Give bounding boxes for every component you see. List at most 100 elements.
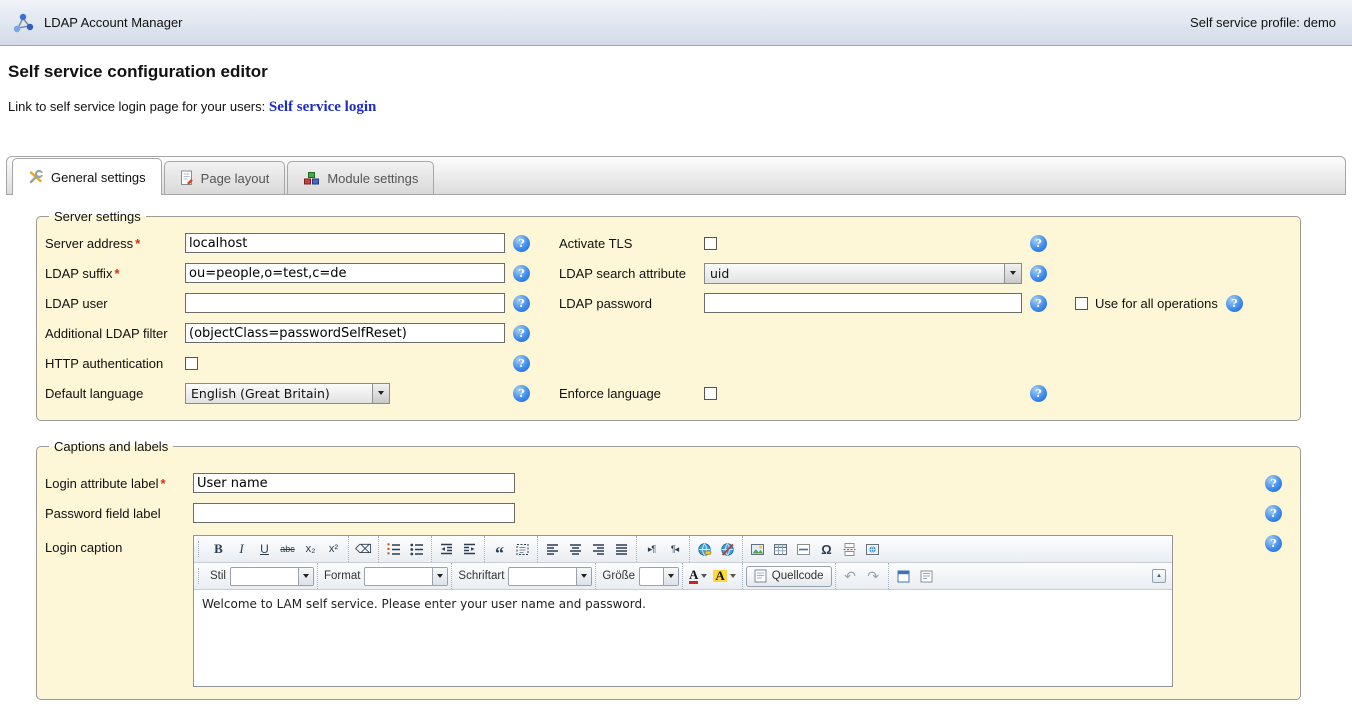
align-justify-button[interactable]: [611, 539, 632, 560]
ldap-password-input[interactable]: [704, 293, 1022, 313]
toolbar-handle: [198, 541, 201, 557]
ldap-filter-input[interactable]: [185, 323, 505, 343]
numbered-list-button[interactable]: [383, 539, 404, 560]
superscript-button[interactable]: x²: [323, 539, 344, 560]
text-color-button[interactable]: A: [687, 566, 709, 587]
bidi-ltr-button[interactable]: ▸¶: [641, 539, 662, 560]
outdent-button[interactable]: [436, 539, 457, 560]
size-select-label: Größe: [602, 570, 635, 582]
ldap-suffix-input[interactable]: [185, 263, 505, 283]
password-field-input[interactable]: [193, 503, 515, 523]
subscript-button[interactable]: x₂: [300, 539, 321, 560]
form-row: Login attribute label* ?: [45, 473, 1290, 493]
align-left-icon: [545, 542, 560, 557]
undo-button[interactable]: ↶: [840, 566, 861, 587]
align-center-button[interactable]: [565, 539, 586, 560]
insert-image-button[interactable]: [747, 539, 768, 560]
help-icon[interactable]: ?: [513, 385, 530, 402]
form-row: Server address* ? Activate TLS ?: [45, 228, 1290, 258]
password-field-label: Password field label: [45, 506, 193, 521]
ldap-search-attribute-select[interactable]: uid: [704, 263, 1022, 284]
chevron-down-icon: [372, 384, 389, 403]
indent-button[interactable]: [459, 539, 480, 560]
editor-text: Welcome to LAM self service. Please ente…: [202, 597, 646, 611]
unlink-button[interactable]: [717, 539, 738, 560]
maximize-button[interactable]: [893, 566, 914, 587]
login-attribute-input[interactable]: [193, 473, 515, 493]
help-icon[interactable]: ?: [1226, 295, 1243, 312]
bulleted-list-button[interactable]: [406, 539, 427, 560]
chevron-down-icon: [663, 568, 678, 585]
page-title: Self service configuration editor: [8, 62, 1352, 82]
special-char-button[interactable]: Ω: [816, 539, 837, 560]
blockquote-button[interactable]: “: [489, 539, 510, 560]
help-icon[interactable]: ?: [513, 295, 530, 312]
server-address-input[interactable]: [185, 233, 505, 253]
help-icon[interactable]: ?: [1265, 535, 1282, 552]
format-select[interactable]: [364, 567, 448, 586]
help-icon[interactable]: ?: [1030, 295, 1047, 312]
default-language-select[interactable]: English (Great Britain): [185, 383, 390, 404]
help-icon[interactable]: ?: [1030, 235, 1047, 252]
source-button[interactable]: Quellcode: [746, 566, 832, 587]
style-select[interactable]: [230, 567, 314, 586]
help-icon[interactable]: ?: [513, 325, 530, 342]
align-left-button[interactable]: [542, 539, 563, 560]
redo-button[interactable]: ↷: [863, 566, 884, 587]
form-row: Login caption B I U abc x₂ x² ⌫: [45, 535, 1290, 687]
required-marker: *: [160, 476, 165, 491]
activate-tls-checkbox[interactable]: [704, 237, 717, 250]
strikethrough-button[interactable]: abc: [277, 539, 298, 560]
style-select-label: Stil: [210, 570, 226, 582]
chevron-down-icon: [701, 574, 707, 578]
use-all-operations-label: Use for all operations: [1095, 296, 1218, 311]
font-select[interactable]: [508, 567, 592, 586]
remove-format-button[interactable]: ⌫: [353, 539, 374, 560]
horizontal-rule-button[interactable]: [793, 539, 814, 560]
insert-table-button[interactable]: [770, 539, 791, 560]
tab-module-settings[interactable]: Module settings: [287, 161, 434, 194]
tab-page-layout[interactable]: Page layout: [164, 161, 286, 194]
help-icon[interactable]: ?: [513, 355, 530, 372]
source-icon: [754, 569, 767, 583]
underline-button[interactable]: U: [254, 539, 275, 560]
profile-label: Self service profile: demo: [1190, 15, 1336, 30]
show-blocks-icon: [919, 569, 934, 584]
italic-button[interactable]: I: [231, 539, 252, 560]
editor-content-area[interactable]: Welcome to LAM self service. Please ente…: [194, 590, 1172, 686]
toolbar-handle: [198, 568, 201, 584]
help-icon[interactable]: ?: [513, 235, 530, 252]
help-icon[interactable]: ?: [513, 265, 530, 282]
help-icon[interactable]: ?: [1030, 385, 1047, 402]
page-break-icon: [842, 542, 857, 557]
bold-button[interactable]: B: [208, 539, 229, 560]
bidi-rtl-button[interactable]: ¶◂: [664, 539, 685, 560]
size-select[interactable]: [639, 567, 679, 586]
page-break-button[interactable]: [839, 539, 860, 560]
help-icon[interactable]: ?: [1265, 475, 1282, 492]
help-icon[interactable]: ?: [1030, 265, 1047, 282]
self-service-login-link[interactable]: Self service login: [269, 99, 376, 115]
toolbar-collapse-button[interactable]: ▲: [1152, 569, 1166, 583]
enforce-language-checkbox[interactable]: [704, 387, 717, 400]
use-all-operations-group: Use for all operations ?: [1075, 295, 1243, 312]
text-color-icon: A: [689, 569, 698, 584]
chevron-down-icon: [576, 568, 591, 585]
chevron-down-icon: [432, 568, 447, 585]
unlink-icon: [720, 542, 735, 557]
help-icon[interactable]: ?: [1265, 505, 1282, 522]
tab-general-settings[interactable]: General settings: [12, 158, 162, 195]
iframe-button[interactable]: [862, 539, 883, 560]
link-button[interactable]: [694, 539, 715, 560]
app-header: LDAP Account Manager Self service profil…: [0, 0, 1352, 46]
http-auth-checkbox[interactable]: [185, 357, 198, 370]
background-color-button[interactable]: A: [711, 566, 737, 587]
ldap-user-input[interactable]: [185, 293, 505, 313]
use-all-operations-checkbox[interactable]: [1075, 297, 1088, 310]
source-button-label: Quellcode: [772, 570, 824, 582]
required-marker: *: [114, 266, 119, 281]
align-right-button[interactable]: [588, 539, 609, 560]
create-div-button[interactable]: [512, 539, 533, 560]
captions-labels-section: Captions and labels Login attribute labe…: [36, 439, 1301, 700]
show-blocks-button[interactable]: [916, 566, 937, 587]
